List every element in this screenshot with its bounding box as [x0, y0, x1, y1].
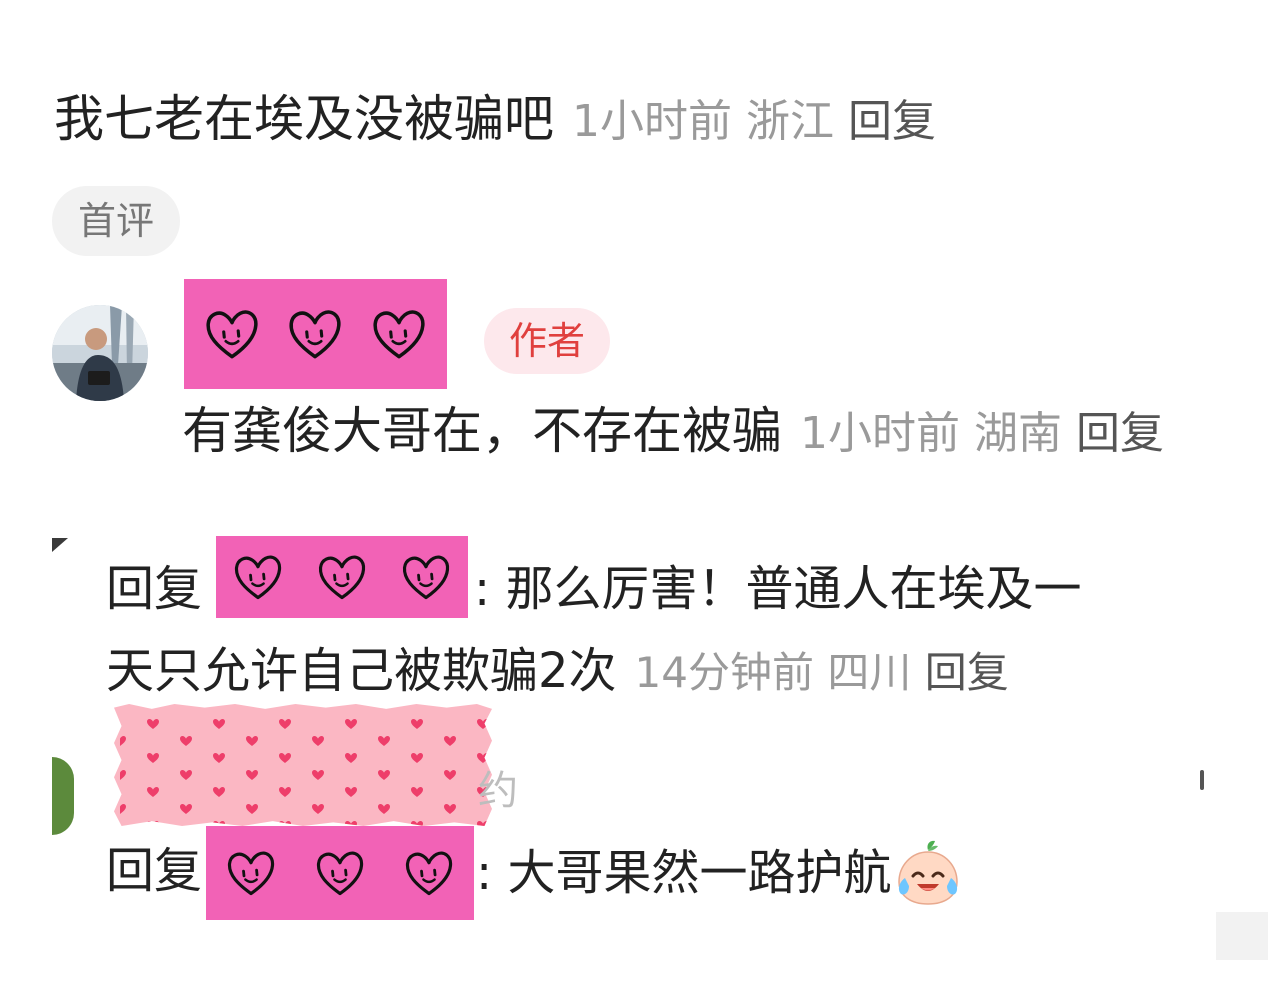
comment-row: 我七老在埃及没被骗吧 1小时前 浙江 回复 — [54, 86, 936, 155]
reply1-time: 14分钟前 — [634, 648, 814, 697]
reply2-colon: : — [476, 845, 493, 901]
author-reply-location: 湖南 — [974, 408, 1062, 459]
reply1-line1: : 那么厉害！普通人在埃及一 — [474, 556, 1081, 622]
heart-face-icon — [201, 303, 263, 365]
scroll-indicator — [1200, 770, 1204, 790]
first-comment-badge: 首评 — [52, 186, 180, 256]
tape-pattern — [120, 712, 492, 826]
heart-face-icon — [314, 549, 370, 605]
heart-face-icon — [312, 845, 368, 901]
comment-reply-button[interactable]: 回复 — [848, 96, 936, 147]
author-reply-time: 1小时前 — [800, 408, 960, 459]
pink-heart-tape-icon — [114, 704, 492, 826]
reply1-colon: : — [474, 561, 491, 617]
username-sticker — [184, 279, 447, 389]
reply2-line: : 大哥果然一路护航 — [476, 838, 963, 908]
reply1-username-sticker — [216, 536, 468, 618]
reply2-username-sticker — [206, 826, 474, 920]
reply2-prefix: 回复 — [106, 843, 203, 899]
reply1-text-line2: 天只允许自己被欺骗2次 — [106, 643, 617, 699]
reply1-prefix: 回复 — [106, 561, 203, 617]
author-badge: 作者 — [484, 308, 610, 374]
reply1-reply-button[interactable]: 回复 — [925, 648, 1009, 697]
heart-face-icon — [223, 845, 279, 901]
heart-face-icon — [230, 549, 286, 605]
author-avatar[interactable] — [52, 305, 148, 401]
heart-face-icon — [401, 845, 457, 901]
avatar-photo — [52, 305, 148, 401]
reply2-avatar[interactable] — [52, 757, 74, 835]
reply1-line2: 天只允许自己被欺骗2次 14分钟前 四川 回复 — [106, 638, 1009, 706]
heart-face-icon — [284, 303, 346, 365]
heart-face-icon — [368, 303, 430, 365]
author-reply-reply-button[interactable]: 回复 — [1076, 408, 1164, 459]
reply1-location: 四川 — [827, 648, 912, 697]
reply2-text: 大哥果然一路护航 — [507, 845, 892, 901]
corner-overlay — [1216, 912, 1268, 960]
comment-time: 1小时前 — [572, 96, 732, 147]
comment-text: 我七老在埃及没被骗吧 — [54, 90, 554, 148]
author-reply-text: 有龚俊大哥在，不存在被骗 — [182, 402, 782, 460]
author-reply-row: 有龚俊大哥在，不存在被骗 1小时前 湖南 回复 — [182, 398, 1164, 467]
reply2-name-fragment: 约 — [478, 768, 518, 814]
heart-face-icon — [398, 549, 454, 605]
reply1-text-line1: 那么厉害！普通人在埃及一 — [505, 561, 1082, 617]
avatar-edge-fragment — [52, 538, 68, 552]
comment-location: 浙江 — [746, 96, 834, 147]
crying-laughing-emoji-icon — [898, 840, 959, 905]
